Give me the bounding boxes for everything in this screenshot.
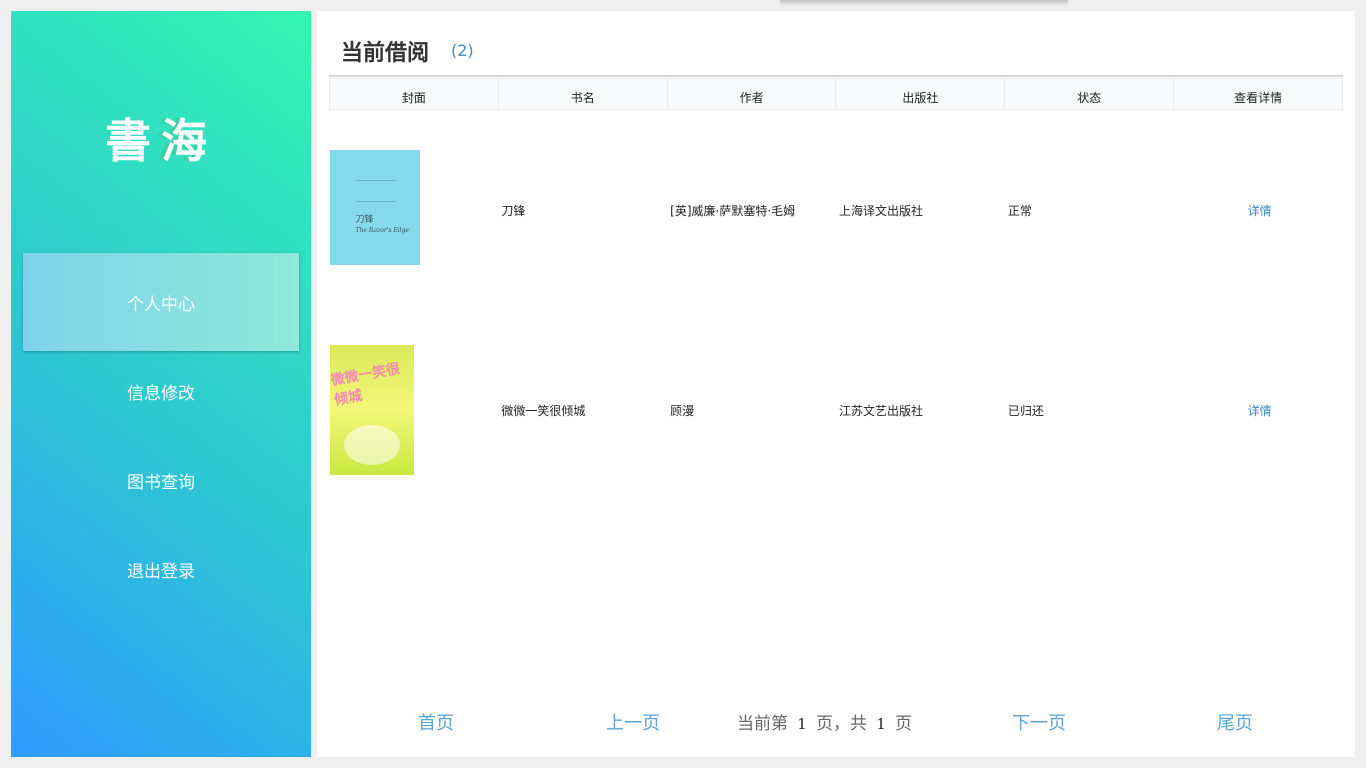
sidebar-item-label: 个人中心: [127, 294, 195, 315]
book-cover-image[interactable]: 刀锋 The Razor's Edge: [329, 149, 420, 265]
table-header-row: 封面 书名 作者 出版社 状态 查看详情: [329, 78, 1343, 110]
sidebar-item-edit-info[interactable]: 信息修改: [23, 342, 299, 440]
sidebar: 書海 个人中心 信息修改 图书查询 退出登录: [11, 11, 311, 757]
page-info-prefix: 当前第: [737, 714, 788, 734]
current-page-number: 1: [797, 715, 807, 733]
logo-char-2: 海: [161, 114, 217, 168]
sidebar-item-personal-center[interactable]: 个人中心: [23, 253, 299, 351]
borrow-count-badge: (2): [451, 41, 474, 60]
detail-cell: 详情: [1174, 310, 1343, 510]
main-panel: 当前借阅 (2) 封面 书名 作者 出版社 状态 查看详情 刀锋 The Raz…: [317, 11, 1355, 757]
top-popup-shadow: [780, 0, 1068, 2]
sidebar-item-label: 图书查询: [127, 472, 195, 493]
detail-cell: 详情: [1174, 110, 1343, 311]
page-info-middle: 页，共: [816, 714, 867, 734]
first-page-link[interactable]: 首页: [336, 709, 536, 735]
sidebar-item-logout[interactable]: 退出登录: [23, 520, 299, 618]
status-cell: 已归还: [1007, 403, 1044, 418]
book-cover-image[interactable]: 微微一笑很倾城: [329, 345, 414, 475]
status-cell: 正常: [1007, 203, 1032, 218]
column-header-status: 状态: [1004, 78, 1175, 110]
column-header-author: 作者: [666, 78, 837, 110]
sidebar-item-book-search[interactable]: 图书查询: [23, 431, 299, 529]
cover-title: 微微一笑很倾城: [329, 361, 401, 409]
cover-decoration: [343, 425, 400, 465]
detail-link[interactable]: 详情: [1248, 404, 1272, 418]
sidebar-item-label: 退出登录: [127, 561, 195, 582]
cover-title: 刀锋 The Razor's Edge: [355, 214, 409, 234]
page-info-suffix: 页: [895, 714, 912, 734]
table-row: 刀锋 The Razor's Edge 刀锋 [英]威廉·萨默塞特·毛姆 上海译…: [329, 110, 1343, 311]
total-pages-number: 1: [876, 715, 886, 733]
book-name-cell: 微微一笑很倾城: [501, 403, 586, 418]
page-title: 当前借阅: [341, 41, 430, 66]
publisher-cell: 上海译文出版社: [838, 203, 923, 218]
cover-cell: 刀锋 The Razor's Edge: [329, 110, 499, 311]
cover-cell: 微微一笑很倾城: [329, 310, 499, 510]
column-header-cover: 封面: [329, 78, 499, 110]
table-row: 微微一笑很倾城 微微一笑很倾城 顾漫 江苏文艺出版社 已归还 详情: [329, 310, 1343, 510]
detail-link[interactable]: 详情: [1248, 204, 1272, 218]
book-name-cell: 刀锋: [501, 203, 526, 218]
author-cell: [英]威廉·萨默塞特·毛姆: [670, 203, 796, 218]
author-cell: 顾漫: [670, 403, 695, 418]
borrow-table: 封面 书名 作者 出版社 状态 查看详情 刀锋 The Razor's Edge: [329, 78, 1343, 510]
logo-char-1: 書: [105, 114, 161, 168]
logo: 書海: [11, 111, 311, 171]
next-page-link[interactable]: 下一页: [939, 709, 1139, 735]
prev-page-link[interactable]: 上一页: [533, 709, 733, 735]
column-header-detail: 查看详情: [1173, 78, 1343, 110]
cover-decoration: [355, 179, 396, 202]
sidebar-item-label: 信息修改: [127, 383, 195, 404]
column-header-name: 书名: [497, 78, 668, 110]
publisher-cell: 江苏文艺出版社: [838, 403, 923, 418]
last-page-link[interactable]: 尾页: [1135, 709, 1335, 735]
page-info: 当前第 1 页，共 1 页: [737, 709, 912, 734]
column-header-publisher: 出版社: [835, 78, 1006, 110]
title-divider: [329, 75, 1343, 77]
